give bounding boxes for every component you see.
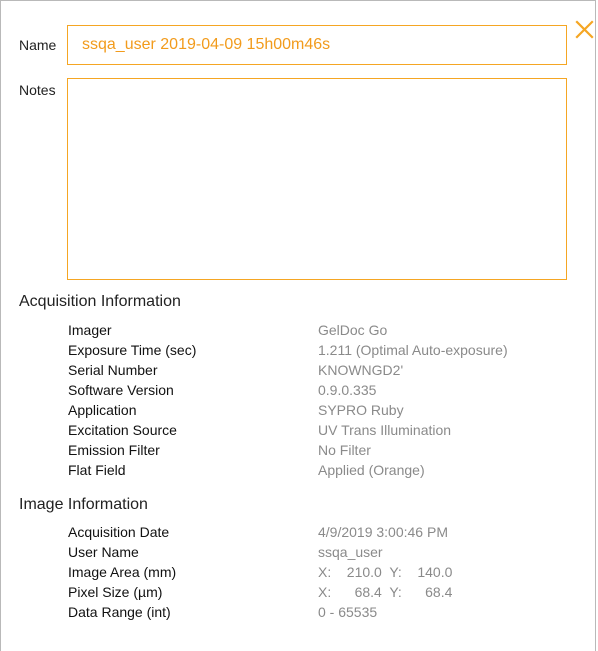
info-value: X: 210.0 Y: 140.0 — [318, 564, 453, 580]
info-key: Image Area (mm) — [68, 564, 177, 580]
info-row-exposure-time: Exposure Time (sec) 1.211 (Optimal Auto-… — [68, 340, 508, 360]
info-key: Serial Number — [68, 362, 158, 378]
info-value: ssqa_user — [318, 544, 383, 560]
info-row-acquisition-date: Acquisition Date 4/9/2019 3:00:46 PM — [68, 522, 452, 542]
info-key: Acquisition Date — [68, 524, 170, 540]
info-key: Data Range (int) — [68, 604, 171, 620]
info-row-excitation-source: Excitation Source UV Trans Illumination — [68, 420, 508, 440]
info-key: Emission Filter — [68, 442, 160, 458]
info-value: GelDoc Go — [318, 322, 388, 338]
info-value: 0.9.0.335 — [318, 382, 377, 398]
acquisition-info-table: Imager GelDoc Go Exposure Time (sec) 1.2… — [68, 320, 508, 480]
info-row-imager: Imager GelDoc Go — [68, 320, 508, 340]
close-x-icon — [575, 20, 594, 39]
acquisition-information-heading: Acquisition Information — [19, 293, 181, 310]
info-value: No Filter — [318, 442, 371, 458]
info-key: User Name — [68, 544, 139, 560]
image-info-table: Acquisition Date 4/9/2019 3:00:46 PM Use… — [68, 522, 452, 622]
info-value: UV Trans Illumination — [318, 422, 452, 438]
info-row-software-version: Software Version 0.9.0.335 — [68, 380, 508, 400]
info-row-data-range: Data Range (int) 0 - 65535 — [68, 602, 452, 622]
image-info-panel: Name Notes Acquisition Information Image… — [0, 0, 596, 651]
notes-textarea[interactable] — [67, 78, 567, 280]
info-value: 4/9/2019 3:00:46 PM — [318, 524, 448, 540]
notes-label: Notes — [19, 82, 56, 98]
info-row-application: Application SYPRO Ruby — [68, 400, 508, 420]
info-key: Imager — [68, 322, 112, 338]
info-row-flat-field: Flat Field Applied (Orange) — [68, 460, 508, 480]
info-key: Excitation Source — [68, 422, 177, 438]
info-row-image-area: Image Area (mm) X: 210.0 Y: 140.0 — [68, 562, 452, 582]
info-key: Pixel Size (µm) — [68, 584, 163, 600]
info-value: Applied (Orange) — [318, 462, 425, 478]
info-row-pixel-size: Pixel Size (µm) X: 68.4 Y: 68.4 — [68, 582, 452, 602]
info-value: KNOWNGD2' — [318, 362, 404, 378]
name-label: Name — [19, 37, 57, 53]
info-value: X: 68.4 Y: 68.4 — [318, 584, 453, 600]
info-value: 1.211 (Optimal Auto-exposure) — [318, 342, 508, 358]
info-value: SYPRO Ruby — [318, 402, 404, 418]
info-key: Software Version — [68, 382, 174, 398]
name-input[interactable] — [67, 25, 567, 65]
info-row-user-name: User Name ssqa_user — [68, 542, 452, 562]
info-row-serial-number: Serial Number KNOWNGD2' — [68, 360, 508, 380]
close-button[interactable] — [574, 19, 596, 41]
info-row-emission-filter: Emission Filter No Filter — [68, 440, 508, 460]
info-value: 0 - 65535 — [318, 604, 378, 620]
info-key: Application — [68, 402, 137, 418]
image-information-heading: Image Information — [19, 496, 148, 513]
info-key: Flat Field — [68, 462, 126, 478]
info-key: Exposure Time (sec) — [68, 342, 197, 358]
